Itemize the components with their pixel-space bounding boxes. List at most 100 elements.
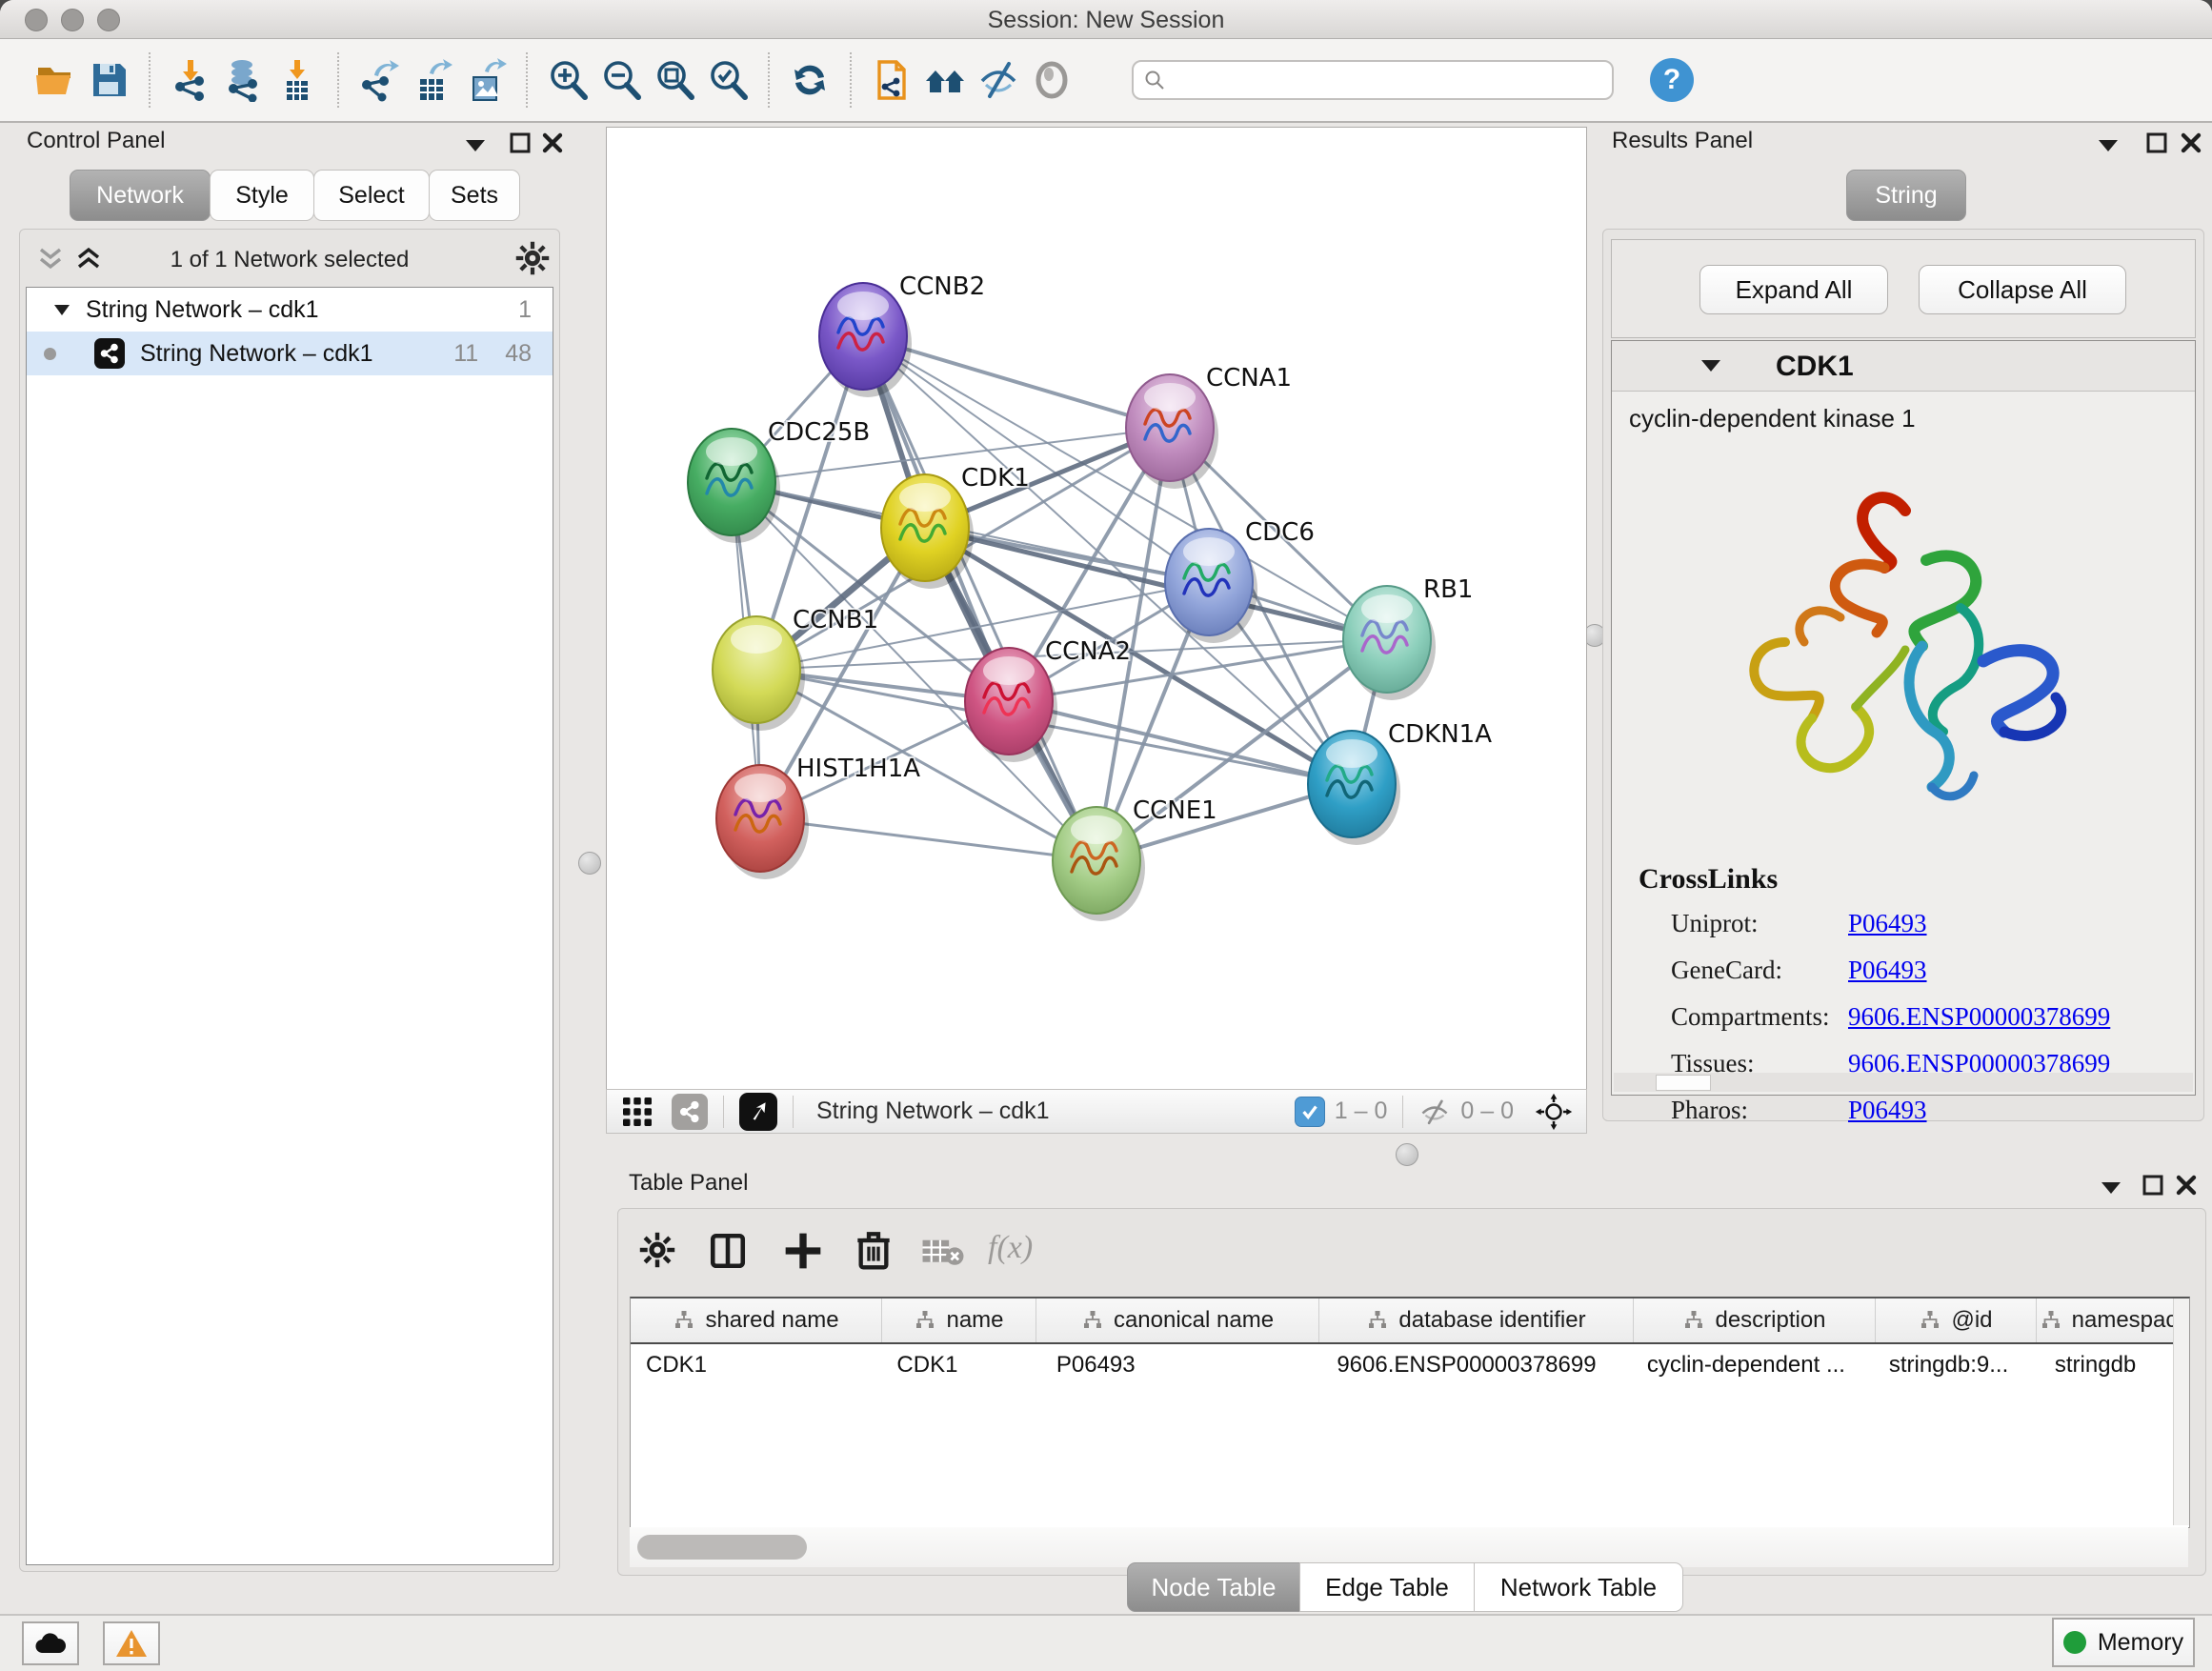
network-canvas[interactable]: CCNB2 CCNA1 CDC25BCDK1 CDC6RB1 CCNB1 CCNA2 CDK… (606, 127, 1587, 1091)
import-network-from-file-button[interactable] (164, 50, 217, 111)
expand-all-button[interactable]: Expand All (1699, 265, 1888, 314)
crosslink-value-link[interactable]: P06493 (1848, 956, 1927, 985)
node-HIST1H1A[interactable]: HIST1H1A (716, 755, 920, 879)
cloud-button[interactable] (22, 1621, 79, 1665)
table-cell[interactable]: cyclin-dependent ... (1632, 1344, 1874, 1386)
table-panel-collapse-icon[interactable] (2099, 1179, 2123, 1195)
table-settings-gear-icon[interactable] (639, 1232, 675, 1268)
grid-view-icon[interactable] (620, 1095, 654, 1129)
horizontal-splitter-handle[interactable] (1396, 1143, 1418, 1166)
collapse-all-button[interactable]: Collapse All (1919, 265, 2126, 314)
column-header-database-identifier[interactable]: database identifier (1319, 1299, 1634, 1342)
table-cell[interactable]: stringdb (2040, 1344, 2189, 1386)
left-splitter-handle[interactable] (578, 852, 601, 875)
table-panel-close-icon[interactable] (2175, 1174, 2198, 1197)
network-row-selected[interactable]: String Network – cdk1 11 48 (27, 332, 553, 375)
search-input[interactable] (1132, 60, 1614, 100)
node-CCNB1[interactable]: CCNB1 (713, 606, 878, 731)
add-column-icon[interactable] (782, 1230, 824, 1272)
selected-checkbox-icon[interactable] (1295, 1097, 1325, 1127)
node-CDKN1A[interactable]: CDKN1A (1308, 720, 1492, 845)
refresh-button[interactable] (783, 50, 836, 111)
table-cell[interactable]: stringdb:9... (1874, 1344, 2040, 1386)
crosslink-value-link[interactable]: 9606.ENSP00000378699 (1848, 1002, 2110, 1032)
table-row[interactable]: CDK1CDK1P064939606.ENSP00000378699cyclin… (631, 1344, 2189, 1386)
tab-style[interactable]: Style (210, 170, 314, 221)
warning-button[interactable] (103, 1621, 160, 1665)
birdseye-view-icon[interactable] (672, 1094, 708, 1130)
crosslinks-title: CrossLinks (1639, 863, 1778, 896)
network-view-toolbar: String Network – cdk1 1 – 0 0 – 0 (606, 1089, 1587, 1134)
edge-HIST1H1A-CCNE1[interactable] (760, 818, 1096, 860)
memory-button[interactable]: Memory (2052, 1618, 2195, 1667)
node-CDK1[interactable]: CDK1 (881, 464, 1030, 589)
results-hscrollbar-thumb[interactable] (1656, 1075, 1711, 1091)
node-CDC6[interactable]: CDC6 (1165, 518, 1315, 643)
network-collection-row[interactable]: String Network – cdk1 1 (27, 288, 553, 332)
zoom-selected-button[interactable] (701, 50, 754, 111)
open-session-button[interactable] (29, 50, 82, 111)
control-panel-collapse-icon[interactable] (463, 137, 488, 152)
results-panel-close-icon[interactable] (2180, 131, 2202, 154)
string-home-button[interactable] (918, 50, 972, 111)
highlight-button[interactable] (1025, 50, 1078, 111)
results-panel-collapse-icon[interactable] (2096, 137, 2121, 152)
tab-string[interactable]: String (1846, 170, 1966, 221)
import-network-from-database-button[interactable] (217, 50, 271, 111)
column-header-name[interactable]: name (882, 1299, 1036, 1342)
node-CCNA1[interactable]: CCNA1 (1126, 364, 1292, 489)
column-header-namespac[interactable]: namespac (2037, 1299, 2180, 1342)
column-header--id[interactable]: @id (1876, 1299, 2037, 1342)
table-cell[interactable]: P06493 (1041, 1344, 1321, 1386)
fit-content-button[interactable] (648, 50, 701, 111)
node-CCNE1[interactable]: CCNE1 (1053, 796, 1217, 921)
help-icon[interactable]: ? (1650, 58, 1694, 102)
tab-node-table[interactable]: Node Table (1127, 1562, 1300, 1612)
control-panel-close-icon[interactable] (541, 131, 564, 154)
tab-network[interactable]: Network (70, 170, 211, 221)
zoom-in-button[interactable] (541, 50, 594, 111)
crosslink-value-link[interactable]: P06493 (1848, 1096, 1927, 1125)
table-panel-float-icon[interactable] (2142, 1174, 2164, 1197)
table-hscrollbar[interactable] (630, 1527, 2188, 1567)
hide-unselected-button[interactable] (972, 50, 1025, 111)
fit-selected-arrow-icon[interactable] (739, 1093, 777, 1131)
table-vscrollbar[interactable] (2173, 1299, 2189, 1525)
tab-select[interactable]: Select (313, 170, 430, 221)
save-session-button[interactable] (82, 50, 135, 111)
node-CCNB2[interactable]: CCNB2 (819, 272, 985, 397)
network-graph[interactable]: CCNB2 CCNA1 CDC25BCDK1 CDC6RB1 CCNB1 CCNA2 CDK… (607, 128, 1586, 1090)
node-table[interactable]: shared namenamecanonical namedatabase id… (630, 1297, 2190, 1528)
delete-column-icon[interactable] (855, 1228, 893, 1272)
tab-sets[interactable]: Sets (429, 170, 520, 221)
split-columns-icon[interactable] (708, 1230, 748, 1272)
gene-disclosure-icon[interactable] (1699, 358, 1722, 373)
export-network-button[interactable] (352, 50, 406, 111)
crosslink-row: Pharos:P06493 (1671, 1096, 2185, 1125)
crosslink-value-link[interactable]: P06493 (1848, 909, 1927, 938)
tab-edge-table[interactable]: Edge Table (1299, 1562, 1475, 1612)
export-image-button[interactable] (459, 50, 513, 111)
table-cell[interactable]: 9606.ENSP00000378699 (1321, 1344, 1632, 1386)
node-CCNA2[interactable]: CCNA2 (965, 637, 1131, 762)
control-panel-float-icon[interactable] (509, 131, 532, 154)
results-hscrollbar[interactable] (1614, 1073, 2193, 1092)
node-CDC25B[interactable]: CDC25B (688, 418, 870, 543)
share-document-button[interactable] (865, 50, 918, 111)
gene-card-header[interactable]: CDK1 (1612, 341, 2195, 392)
import-table-from-file-button[interactable] (271, 50, 324, 111)
export-table-button[interactable] (406, 50, 459, 111)
pan-crosshair-icon[interactable] (1535, 1093, 1573, 1131)
network-options-gear-icon[interactable] (515, 241, 550, 275)
column-header-canonical-name[interactable]: canonical name (1036, 1299, 1319, 1342)
node-RB1[interactable]: RB1 (1343, 575, 1473, 700)
collection-disclosure-icon[interactable] (53, 303, 70, 316)
tab-network-table[interactable]: Network Table (1474, 1562, 1683, 1612)
column-header-description[interactable]: description (1634, 1299, 1876, 1342)
column-header-shared-name[interactable]: shared name (631, 1299, 882, 1342)
results-panel-float-icon[interactable] (2145, 131, 2168, 154)
table-hscrollbar-thumb[interactable] (637, 1535, 807, 1560)
table-cell[interactable]: CDK1 (631, 1344, 881, 1386)
table-cell[interactable]: CDK1 (881, 1344, 1040, 1386)
zoom-out-button[interactable] (594, 50, 648, 111)
